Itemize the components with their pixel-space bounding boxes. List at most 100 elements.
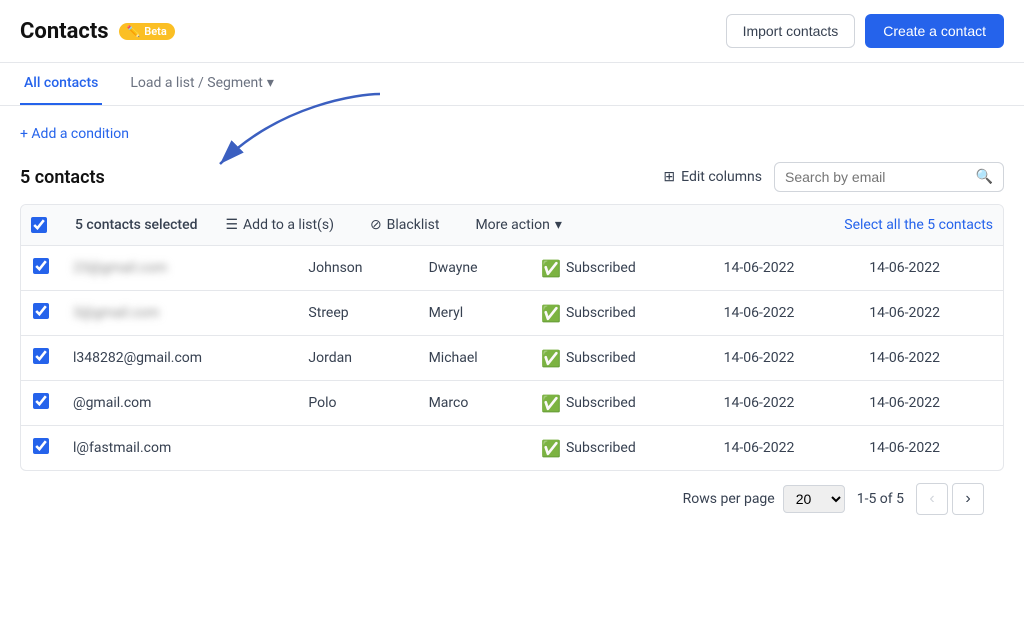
beta-label: Beta	[144, 25, 167, 38]
first-name-cell	[417, 426, 529, 471]
main-content: 5 contacts ⊞ Edit columns 🔍	[0, 152, 1024, 537]
filter-section: + Add a condition	[0, 106, 1024, 152]
status-cell: ✅ Subscribed	[529, 291, 712, 336]
contacts-table-wrapper: 5 contacts selected ☰ Add to a list(s) ⊘…	[20, 204, 1004, 471]
row-checkbox-cell	[21, 381, 61, 426]
prev-page-button[interactable]: ‹	[916, 483, 948, 515]
blacklist-button[interactable]: ⊘ Blacklist	[362, 213, 448, 237]
status-cell: ✅ Subscribed	[529, 381, 712, 426]
date1-cell: 14-06-2022	[712, 336, 858, 381]
first-name-cell: Dwayne	[417, 246, 529, 291]
tab-load-list-segment[interactable]: Load a list / Segment ▾	[126, 63, 278, 105]
action-bar-left: 5 contacts selected ☰ Add to a list(s) ⊘…	[31, 213, 844, 237]
row-checkbox[interactable]	[33, 393, 49, 409]
list-icon: ☰	[225, 217, 238, 233]
last-name-cell: Jordan	[296, 336, 416, 381]
create-contact-button[interactable]: Create a contact	[865, 14, 1004, 48]
date2-cell: 14-06-2022	[857, 336, 1003, 381]
check-circle-icon: ✅	[541, 349, 561, 368]
date1-cell: 14-06-2022	[712, 426, 858, 471]
action-bar: 5 contacts selected ☰ Add to a list(s) ⊘…	[21, 205, 1003, 246]
chevron-down-icon: ▾	[555, 217, 562, 233]
search-email-input[interactable]	[785, 169, 970, 185]
last-name-cell: Polo	[296, 381, 416, 426]
contacts-table: 23@gmail.com Johnson Dwayne ✅ Subscribed…	[21, 246, 1003, 470]
page-header: Contacts ✏️ Beta Import contacts Create …	[0, 0, 1024, 63]
date1-cell: 14-06-2022	[712, 381, 858, 426]
page-info: 1-5 of 5	[857, 491, 904, 507]
table-row: 3@gmail.com Streep Meryl ✅ Subscribed 14…	[21, 291, 1003, 336]
header-left: Contacts ✏️ Beta	[20, 19, 175, 44]
tab-all-contacts[interactable]: All contacts	[20, 63, 102, 105]
status-cell: ✅ Subscribed	[529, 336, 712, 381]
status-cell: ✅ Subscribed	[529, 246, 712, 291]
rows-per-page: Rows per page 20 50 100	[683, 485, 845, 513]
add-condition-button[interactable]: + Add a condition	[20, 126, 1004, 142]
search-icon: 🔍	[976, 169, 993, 185]
select-all-checkbox[interactable]	[31, 217, 47, 233]
status-badge: ✅ Subscribed	[541, 349, 636, 368]
table-controls: ⊞ Edit columns 🔍	[663, 162, 1004, 192]
contacts-count: 5 contacts	[20, 167, 105, 188]
import-contacts-button[interactable]: Import contacts	[726, 14, 856, 48]
table-row: l@fastmail.com ✅ Subscribed 14-06-2022 1…	[21, 426, 1003, 471]
status-label: Subscribed	[566, 440, 636, 456]
header-actions: Import contacts Create a contact	[726, 14, 1004, 48]
status-label: Subscribed	[566, 350, 636, 366]
tabs-bar: All contacts Load a list / Segment ▾	[0, 63, 1024, 106]
status-badge: ✅ Subscribed	[541, 394, 636, 413]
beta-badge: ✏️ Beta	[119, 23, 175, 40]
date1-cell: 14-06-2022	[712, 246, 858, 291]
row-checkbox[interactable]	[33, 303, 49, 319]
check-circle-icon: ✅	[541, 439, 561, 458]
row-checkbox[interactable]	[33, 258, 49, 274]
blacklist-icon: ⊘	[370, 217, 382, 233]
columns-icon: ⊞	[663, 169, 675, 185]
date2-cell: 14-06-2022	[857, 381, 1003, 426]
edit-columns-button[interactable]: ⊞ Edit columns	[663, 169, 762, 185]
pagination: Rows per page 20 50 100 1-5 of 5 ‹ ›	[20, 471, 1004, 527]
chevron-down-icon: ▾	[267, 75, 274, 91]
row-checkbox[interactable]	[33, 348, 49, 364]
more-action-button[interactable]: More action ▾	[467, 213, 569, 237]
row-checkbox[interactable]	[33, 438, 49, 454]
table-row: 23@gmail.com Johnson Dwayne ✅ Subscribed…	[21, 246, 1003, 291]
table-row: l348282@gmail.com Jordan Michael ✅ Subsc…	[21, 336, 1003, 381]
last-name-cell: Johnson	[296, 246, 416, 291]
check-circle-icon: ✅	[541, 259, 561, 278]
row-checkbox-cell	[21, 426, 61, 471]
status-cell: ✅ Subscribed	[529, 426, 712, 471]
pencil-icon: ✏️	[127, 25, 141, 38]
rows-per-page-select[interactable]: 20 50 100	[783, 485, 845, 513]
add-to-list-button[interactable]: ☰ Add to a list(s)	[217, 213, 341, 237]
status-label: Subscribed	[566, 260, 636, 276]
date2-cell: 14-06-2022	[857, 426, 1003, 471]
first-name-cell: Meryl	[417, 291, 529, 336]
email-cell: 3@gmail.com	[61, 291, 296, 336]
row-checkbox-cell	[21, 291, 61, 336]
status-label: Subscribed	[566, 305, 636, 321]
select-all-contacts-link[interactable]: Select all the 5 contacts	[844, 217, 993, 233]
row-checkbox-cell	[21, 246, 61, 291]
email-cell: l@fastmail.com	[61, 426, 296, 471]
next-page-button[interactable]: ›	[952, 483, 984, 515]
status-badge: ✅ Subscribed	[541, 259, 636, 278]
first-name-cell: Marco	[417, 381, 529, 426]
page-title: Contacts	[20, 19, 109, 44]
last-name-cell: Streep	[296, 291, 416, 336]
email-cell: @gmail.com	[61, 381, 296, 426]
table-row: @gmail.com Polo Marco ✅ Subscribed 14-06…	[21, 381, 1003, 426]
first-name-cell: Michael	[417, 336, 529, 381]
email-cell: l348282@gmail.com	[61, 336, 296, 381]
status-badge: ✅ Subscribed	[541, 439, 636, 458]
last-name-cell	[296, 426, 416, 471]
email-cell: 23@gmail.com	[61, 246, 296, 291]
status-label: Subscribed	[566, 395, 636, 411]
check-circle-icon: ✅	[541, 304, 561, 323]
date2-cell: 14-06-2022	[857, 291, 1003, 336]
selected-count: 5 contacts selected	[75, 217, 197, 233]
check-circle-icon: ✅	[541, 394, 561, 413]
search-box: 🔍	[774, 162, 1004, 192]
date2-cell: 14-06-2022	[857, 246, 1003, 291]
page-navigation: ‹ ›	[916, 483, 984, 515]
